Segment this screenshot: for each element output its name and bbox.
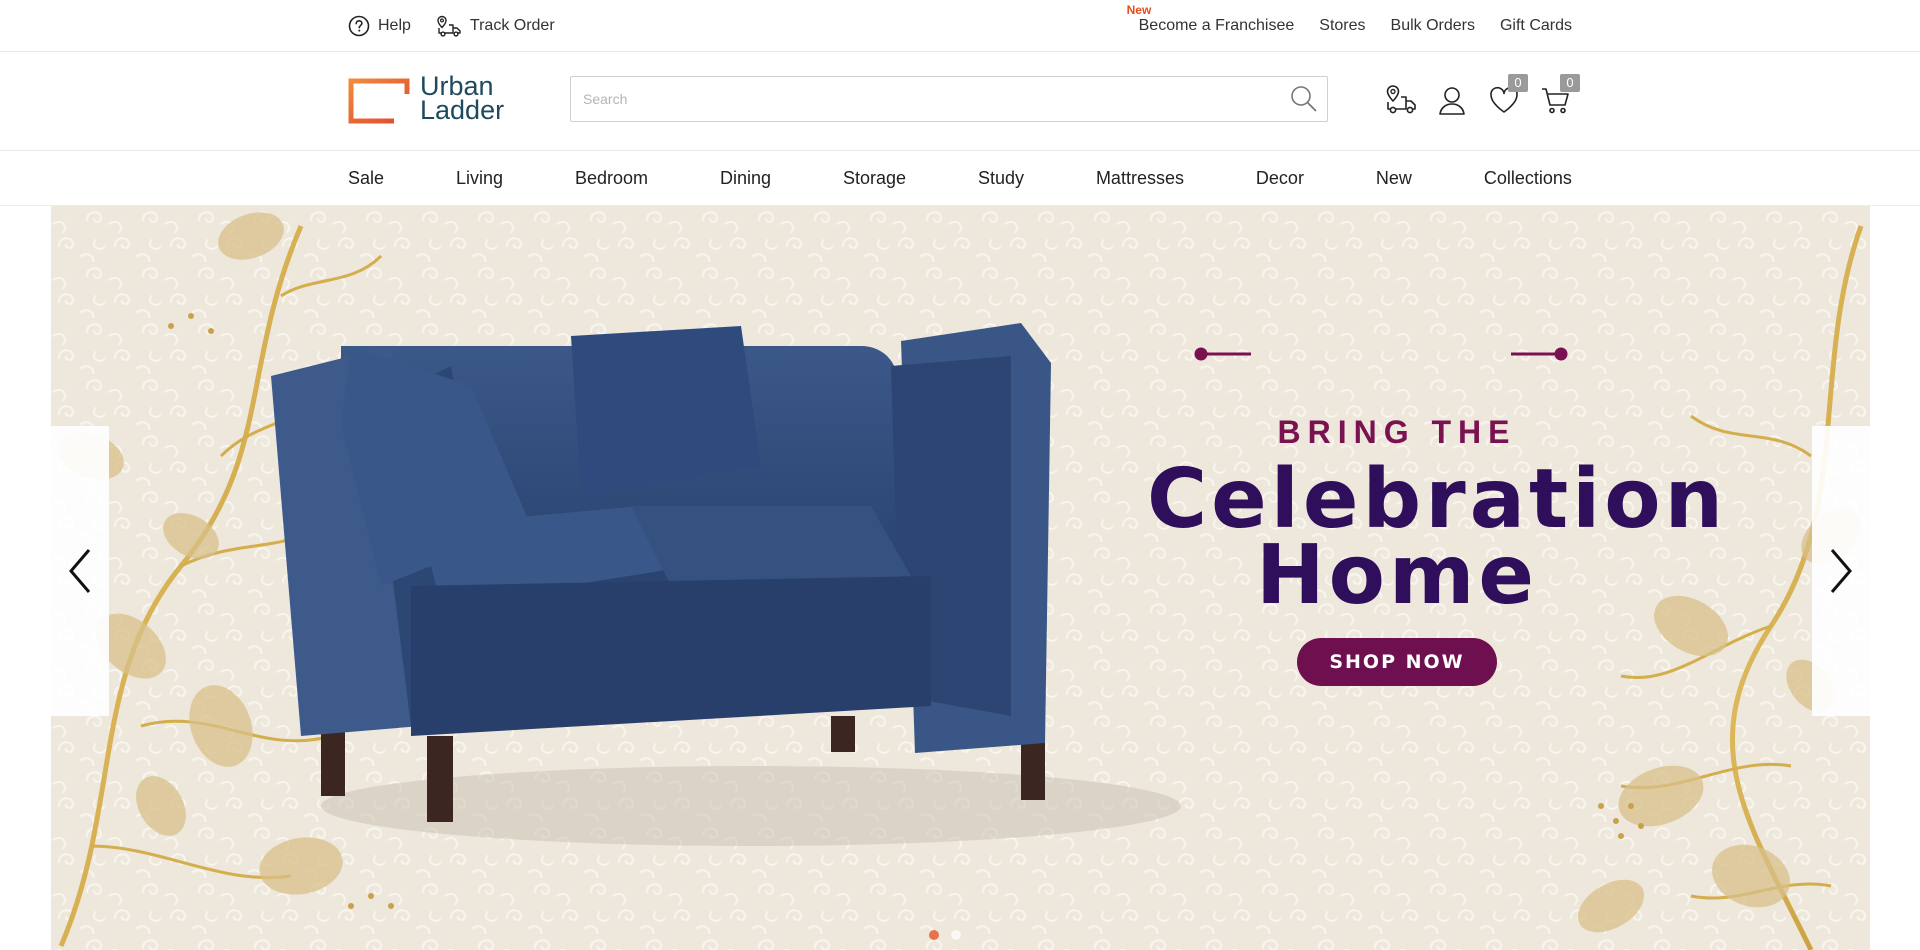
account-button[interactable] — [1436, 84, 1468, 116]
store-locator-button[interactable] — [1384, 84, 1416, 116]
logo-mark-icon — [348, 78, 410, 124]
hero-copy: BRING THE Celebration Home SHOP NOW — [1147, 412, 1728, 686]
gift-cards-link[interactable]: Gift Cards — [1500, 17, 1572, 35]
logo-text-line2: Ladder — [420, 95, 505, 125]
nav-bedroom[interactable]: Bedroom — [575, 168, 648, 189]
become-franchisee-link[interactable]: New Become a Franchisee — [1127, 3, 1295, 35]
nav-mattresses[interactable]: Mattresses — [1096, 168, 1184, 189]
help-icon — [348, 15, 370, 36]
nav-dining[interactable]: Dining — [720, 168, 771, 189]
help-link[interactable]: Help — [348, 15, 411, 37]
nav-living[interactable]: Living — [456, 168, 503, 189]
hero-tagline: BRING THE — [1277, 414, 1517, 450]
wishlist-button[interactable]: 0 — [1488, 74, 1528, 116]
hero-headline-line2: Home — [1255, 528, 1539, 623]
nav-collections[interactable]: Collections — [1484, 168, 1572, 189]
cart-count-badge: 0 — [1560, 74, 1580, 92]
bulk-orders-link[interactable]: Bulk Orders — [1391, 17, 1475, 35]
stores-link[interactable]: Stores — [1319, 17, 1365, 35]
store-locator-icon — [1386, 85, 1416, 114]
carousel-prev-button[interactable] — [51, 426, 109, 716]
nav-storage[interactable]: Storage — [843, 168, 906, 189]
new-badge: New — [1126, 2, 1152, 17]
nav-decor[interactable]: Decor — [1256, 168, 1304, 189]
nav-study[interactable]: Study — [978, 168, 1024, 189]
nav-sale[interactable]: Sale — [348, 168, 384, 189]
top-utility-bar: Help Track Order New Become a Franchisee… — [0, 0, 1920, 52]
franchisee-label: Become a Franchisee — [1138, 16, 1295, 34]
track-order-label: Track Order — [469, 16, 555, 34]
chevron-right-icon — [1830, 549, 1852, 593]
urban-ladder-logo[interactable]: Urban Ladder — [348, 73, 518, 125]
search-icon[interactable] — [1289, 84, 1319, 114]
chevron-left-icon — [69, 549, 91, 593]
carousel-dots — [929, 930, 973, 940]
hero-headline-line1: Celebration — [1147, 452, 1728, 547]
search-input[interactable] — [571, 79, 1289, 119]
category-nav: Sale Living Bedroom Dining Storage Study… — [0, 151, 1920, 206]
account-icon — [1439, 87, 1465, 115]
site-header: Urban Ladder Search 0 0 — [0, 52, 1920, 151]
hero-carousel: BRING THE Celebration Home SHOP NOW — [51, 206, 1870, 950]
cart-button[interactable]: 0 — [1540, 74, 1580, 116]
track-order-icon — [437, 15, 461, 37]
search-bar — [570, 76, 1328, 122]
wishlist-count-badge: 0 — [1508, 74, 1528, 92]
carousel-dot-1[interactable] — [929, 930, 939, 940]
nav-new[interactable]: New — [1376, 168, 1412, 189]
carousel-dot-2[interactable] — [951, 930, 961, 940]
track-order-link[interactable]: Track Order — [436, 14, 555, 38]
shop-now-button[interactable]: SHOP NOW — [1297, 638, 1497, 686]
help-label: Help — [378, 16, 411, 34]
carousel-next-button[interactable] — [1812, 426, 1870, 716]
